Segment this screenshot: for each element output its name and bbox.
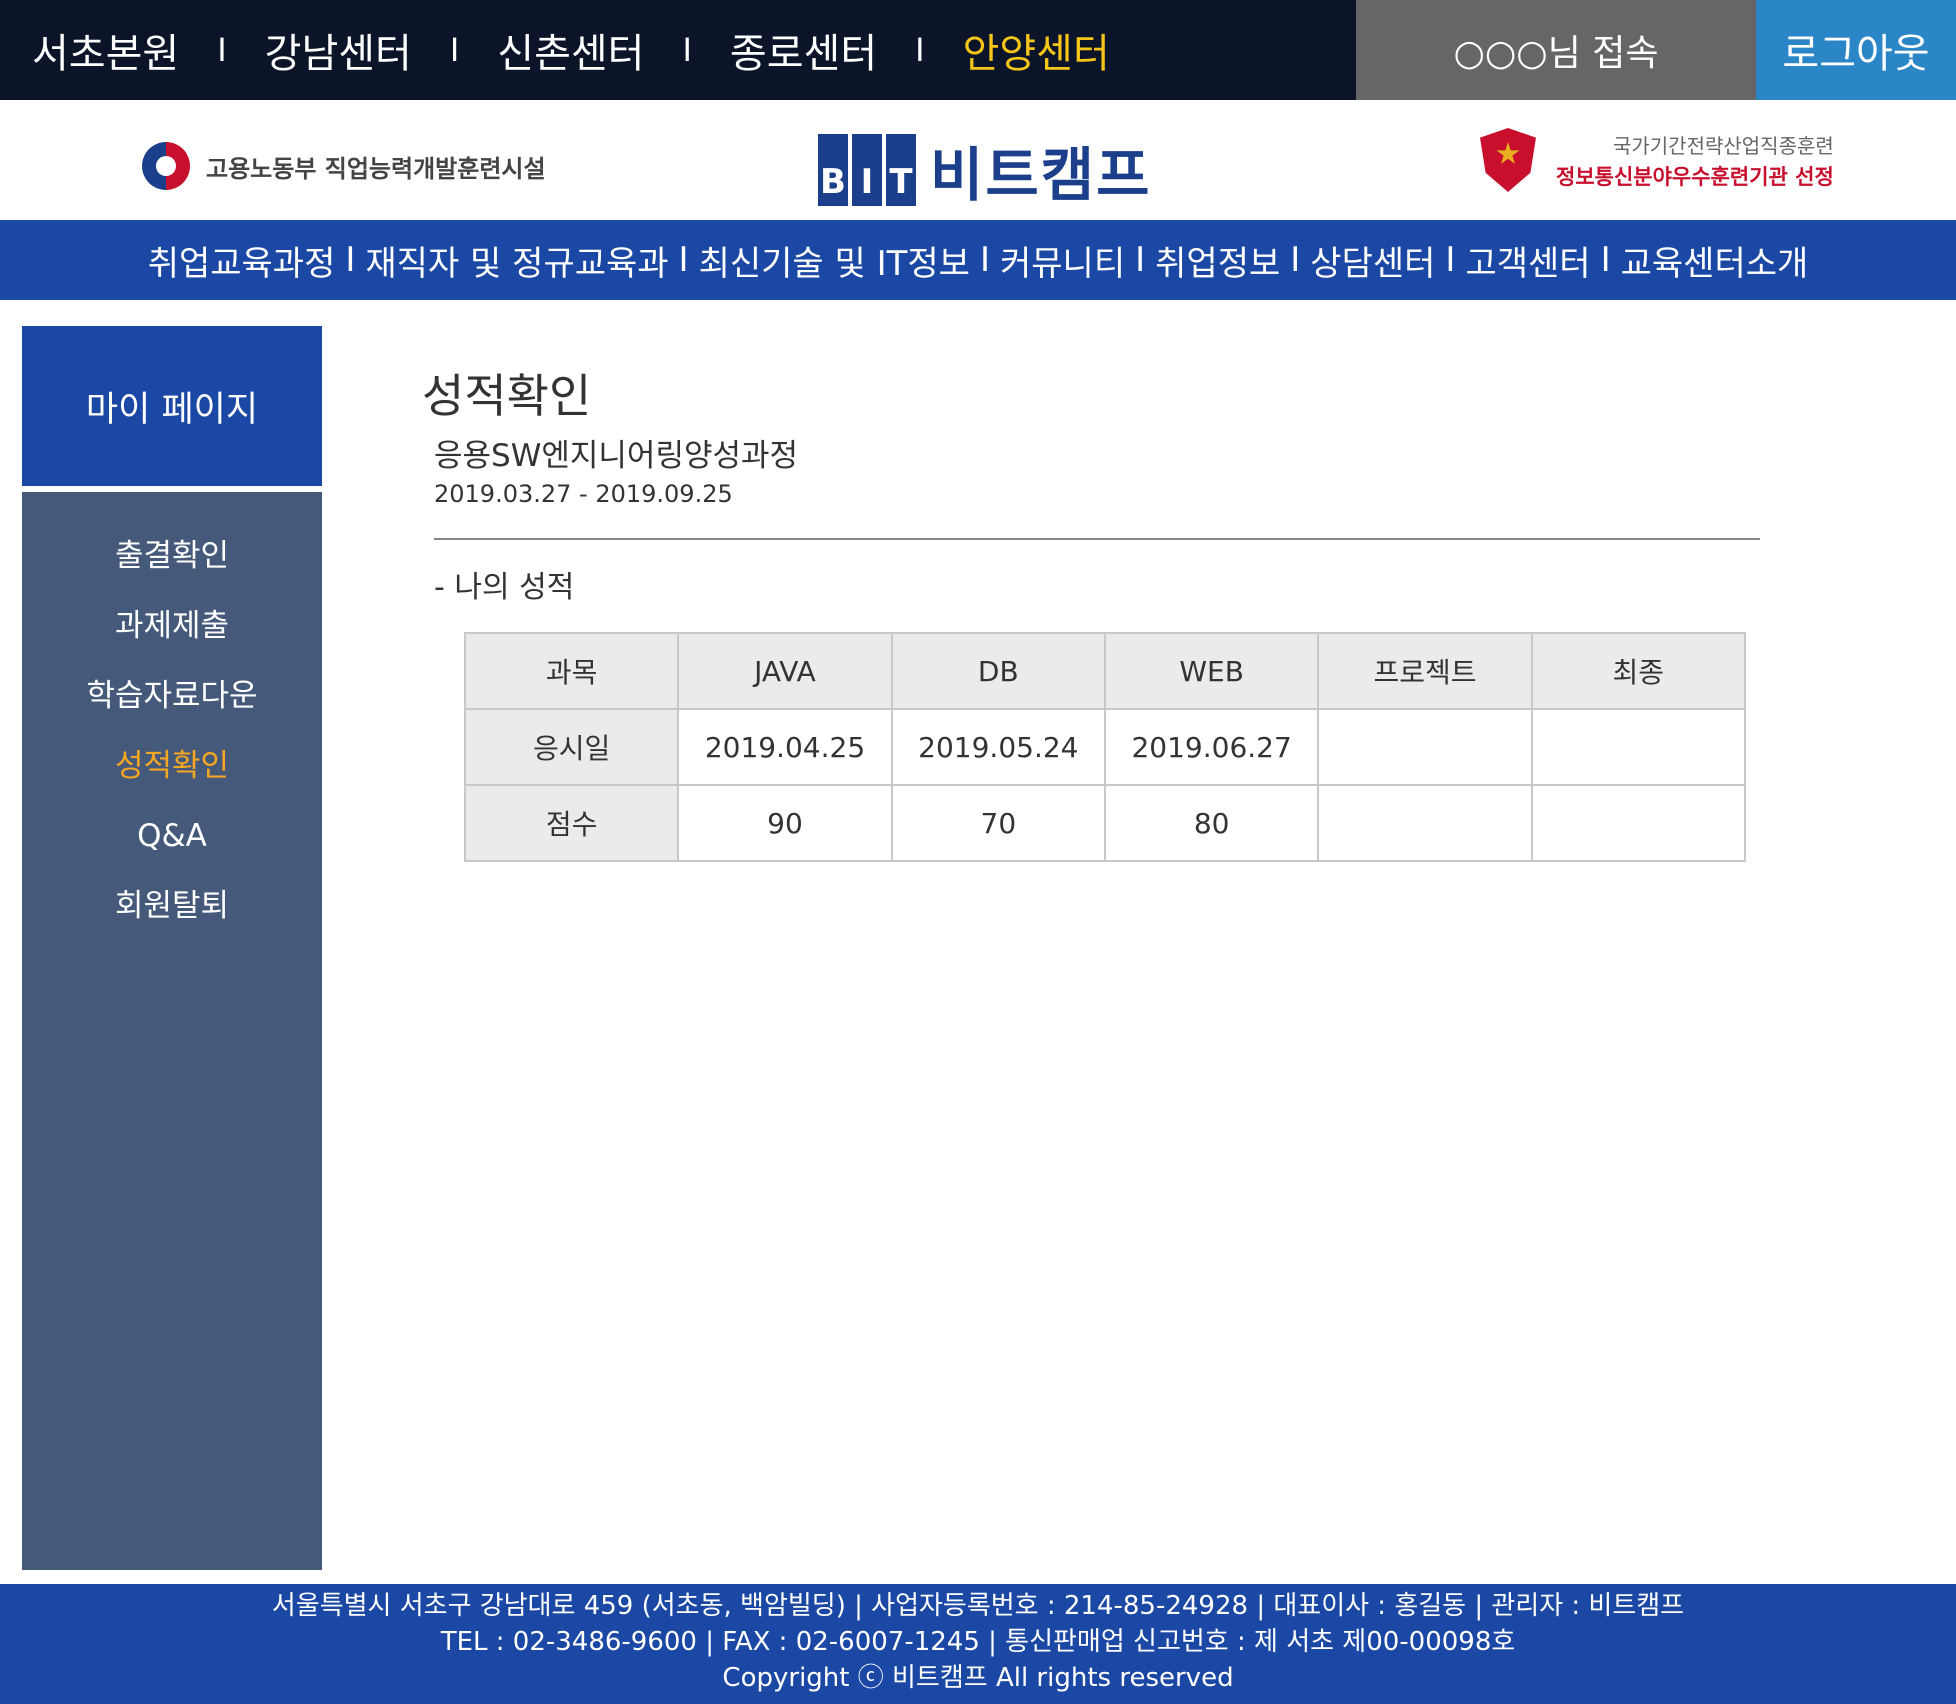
footer: 서울특별시 서초구 강남대로 459 (서초동, 백암빌딩) | 사업자등록번호… [0,1584,1956,1704]
nav-item-employment-courses[interactable]: 취업교육과정 [148,236,336,285]
center-separator: I [217,31,227,69]
top-bar: 서초본원 I 강남센터 I 신촌센터 I 종로센터 I 안양센터 ○○○님 접속… [0,0,1956,100]
nav-item-regular-courses[interactable]: 재직자 및 정규교육과 [365,236,668,285]
sidebar-title: 마이 페이지 [22,326,322,486]
header-cell: 프로젝트 [1317,632,1533,710]
bit-letter: B [818,134,848,206]
table-cell [1317,708,1533,786]
ministry-logo[interactable]: 고용노동부 직업능력개발훈련시설 [142,142,546,190]
center-separator: I [915,31,925,69]
sidebar-item-attendance[interactable]: 출결확인 [22,534,322,604]
table-row: 응시일 2019.04.25 2019.05.24 2019.06.27 [463,708,1747,786]
course-name: 응용SW엔지니어링양성과정 [434,438,799,474]
header-cell: DB [890,632,1106,710]
center-link-jongno[interactable]: 종로센터 [730,21,877,79]
header-cell: 최종 [1530,632,1747,710]
award-line-2: 정보통신분야우수훈련기관 선정 [1556,164,1834,189]
nav-item-tech-info[interactable]: 최신기술 및 IT정보 [699,236,970,285]
center-link-anyang[interactable]: 안양센터 [963,21,1110,79]
bit-letter: I [852,134,882,206]
nav-separator: I [979,240,990,280]
award-logo: 국가기간전략산업직종훈련 정보통신분야우수훈련기관 선정 [1480,128,1834,192]
header-cell: JAVA [677,632,893,710]
table-cell: 80 [1103,784,1320,862]
table-cell [1530,708,1747,786]
logo-row: 고용노동부 직업능력개발훈련시설 B I T 비트캠프 국가기간전략산업직종훈련… [0,100,1956,220]
header-cell: WEB [1103,632,1320,710]
table-row: 점수 90 70 80 [463,784,1747,862]
sidebar-item-grades[interactable]: 성적확인 [22,744,322,814]
table-cell [1530,784,1747,862]
sidebar-item-assignments[interactable]: 과제제출 [22,604,322,674]
award-line-1: 국가기간전략산업직종훈련 [1612,133,1834,158]
ministry-text: 고용노동부 직업능력개발훈련시설 [206,154,546,183]
logout-button[interactable]: 로그아웃 [1756,0,1956,100]
table-cell: 2019.04.25 [677,708,893,786]
table-cell: 2019.05.24 [890,708,1106,786]
nav-separator: I [1600,240,1611,280]
table-header-row: 과목 JAVA DB WEB 프로젝트 최종 [463,632,1747,710]
nav-separator: I [678,240,689,280]
award-text: 국가기간전략산업직종훈련 정보통신분야우수훈련기관 선정 [1556,130,1834,191]
footer-address: 서울특별시 서초구 강남대로 459 (서초동, 백암빌딩) | 사업자등록번호… [271,1591,1685,1621]
center-links: 서초본원 I 강남센터 I 신촌센터 I 종로센터 I 안양센터 [32,0,1110,100]
nav-item-community[interactable]: 커뮤니티 [1000,236,1125,285]
page-title: 성적확인 [422,369,592,423]
main-nav: 취업교육과정 I 재직자 및 정규교육과 I 최신기술 및 IT정보 I 커뮤니… [0,220,1956,300]
nav-item-counseling[interactable]: 상담센터 [1310,236,1435,285]
footer-copyright: Copyright ⓒ 비트캠프 All rights reserved [722,1663,1234,1693]
section-heading: - 나의 성적 [434,570,575,605]
nav-item-about[interactable]: 교육센터소개 [1621,236,1809,285]
user-status: ○○○님 접속 [1356,0,1756,100]
sidebar-menu: 출결확인 과제제출 학습자료다운 성적확인 Q&A 회원탈퇴 [22,492,322,1570]
award-badge-icon [1480,128,1536,192]
bit-letter: T [886,134,916,206]
nav-separator: I [1290,240,1301,280]
bit-letter-boxes: B I T [818,134,920,206]
center-link-sinchon[interactable]: 신촌센터 [497,21,644,79]
taegeuk-emblem-icon [142,142,190,190]
table-cell [1317,784,1533,862]
nav-separator: I [1135,240,1146,280]
row-header-cell: 응시일 [463,708,680,786]
divider [434,538,1760,540]
grades-table: 과목 JAVA DB WEB 프로젝트 최종 응시일 2019.04.25 20… [463,632,1747,862]
table-cell: 2019.06.27 [1103,708,1320,786]
center-link-gangnam[interactable]: 강남센터 [265,21,412,79]
sidebar-item-materials[interactable]: 학습자료다운 [22,674,322,744]
bitcamp-name: 비트캠프 [930,141,1152,209]
center-separator: I [449,31,460,69]
table-cell: 70 [890,784,1106,862]
center-link-seocho[interactable]: 서초본원 [32,21,179,79]
course-period: 2019.03.27 - 2019.09.25 [434,480,733,508]
header-cell: 과목 [463,632,680,710]
nav-item-customer-center[interactable]: 고객센터 [1465,236,1590,285]
row-header-cell: 점수 [463,784,680,862]
nav-separator: I [1445,240,1456,280]
sidebar-item-qna[interactable]: Q&A [22,814,322,884]
nav-item-job-info[interactable]: 취업정보 [1155,236,1280,285]
bitcamp-logo[interactable]: B I T 비트캠프 [818,128,1151,212]
footer-contact: TEL : 02-3486-9600 | FAX : 02-6007-1245 … [440,1627,1516,1657]
nav-separator: I [345,240,356,280]
center-separator: I [682,31,692,69]
table-cell: 90 [677,784,893,862]
sidebar-item-withdraw[interactable]: 회원탈퇴 [22,884,322,954]
